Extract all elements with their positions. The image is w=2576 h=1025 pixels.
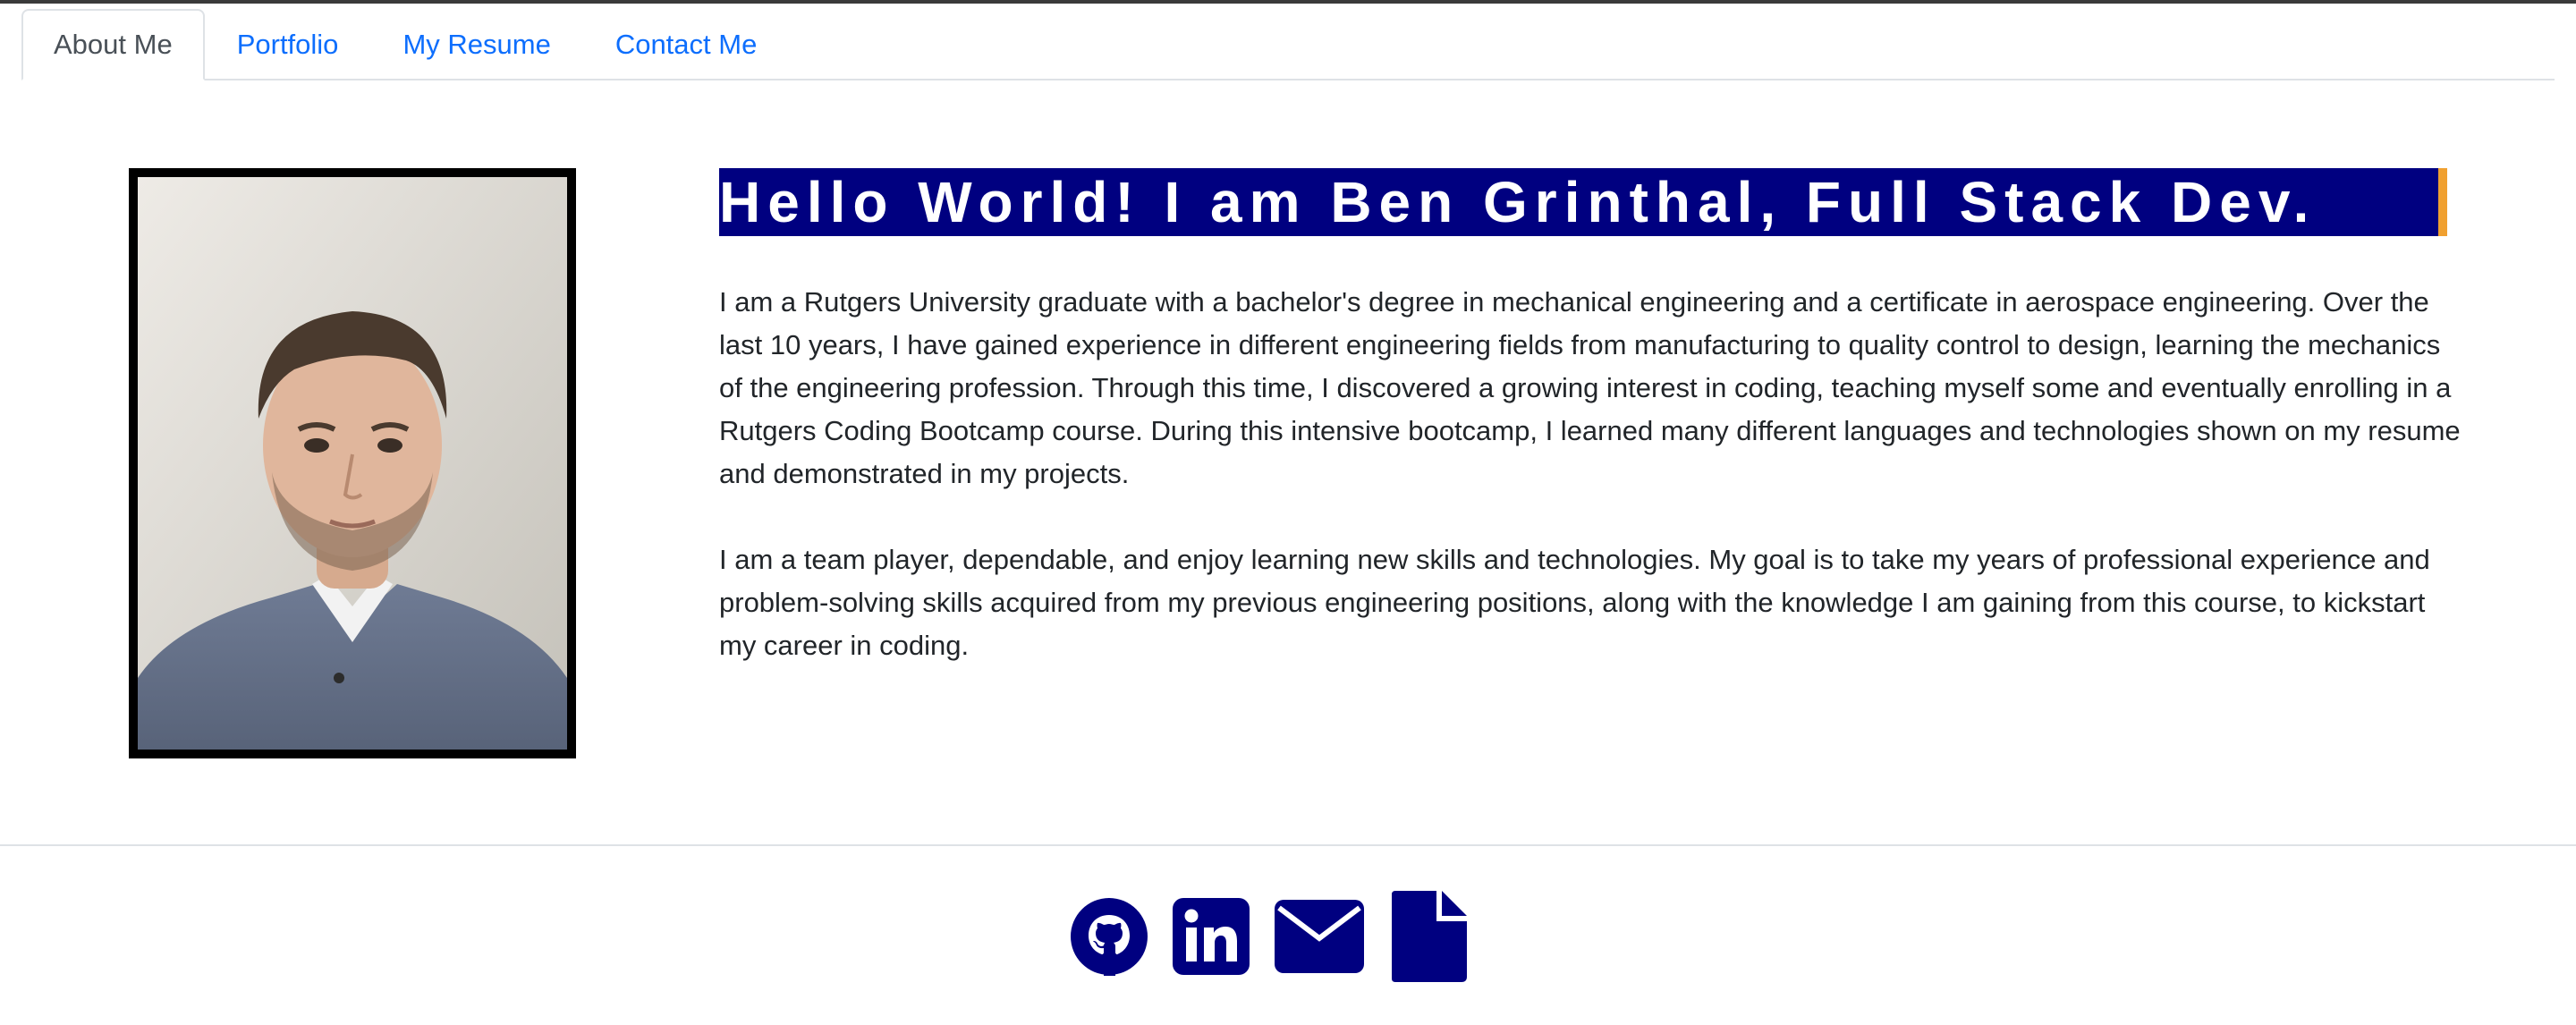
tab-portfolio[interactable]: Portfolio: [205, 9, 371, 80]
github-icon[interactable]: [1070, 897, 1148, 976]
linkedin-icon[interactable]: [1172, 897, 1250, 976]
resume-document-icon[interactable]: [1388, 891, 1467, 982]
profile-photo: [129, 168, 576, 758]
heading-banner: Hello World! I am Ben Grinthal, Full Sta…: [719, 168, 2447, 236]
social-links: [1070, 891, 1467, 982]
email-icon[interactable]: [1274, 899, 1365, 974]
bio-paragraph: I am a team player, dependable, and enjo…: [719, 544, 2430, 661]
page-title: Hello World! I am Ben Grinthal, Full Sta…: [719, 170, 2317, 234]
tab-my-resume[interactable]: My Resume: [370, 9, 582, 80]
bio-section: I am a Rutgers University graduate with …: [719, 281, 2463, 710]
profile-photo-image: [138, 177, 567, 750]
bio-paragraph: I am a Rutgers University graduate with …: [719, 286, 2461, 489]
tab-label: Portfolio: [236, 29, 339, 60]
tab-about-me[interactable]: About Me: [21, 9, 205, 80]
footer: [0, 844, 2576, 1025]
tab-label: Contact Me: [614, 29, 758, 60]
tab-label: About Me: [54, 29, 173, 60]
tab-label: My Resume: [402, 29, 551, 60]
tab-contact-me[interactable]: Contact Me: [583, 9, 790, 80]
nav-tabs: About Me Portfolio My Resume Contact Me: [21, 7, 2555, 80]
